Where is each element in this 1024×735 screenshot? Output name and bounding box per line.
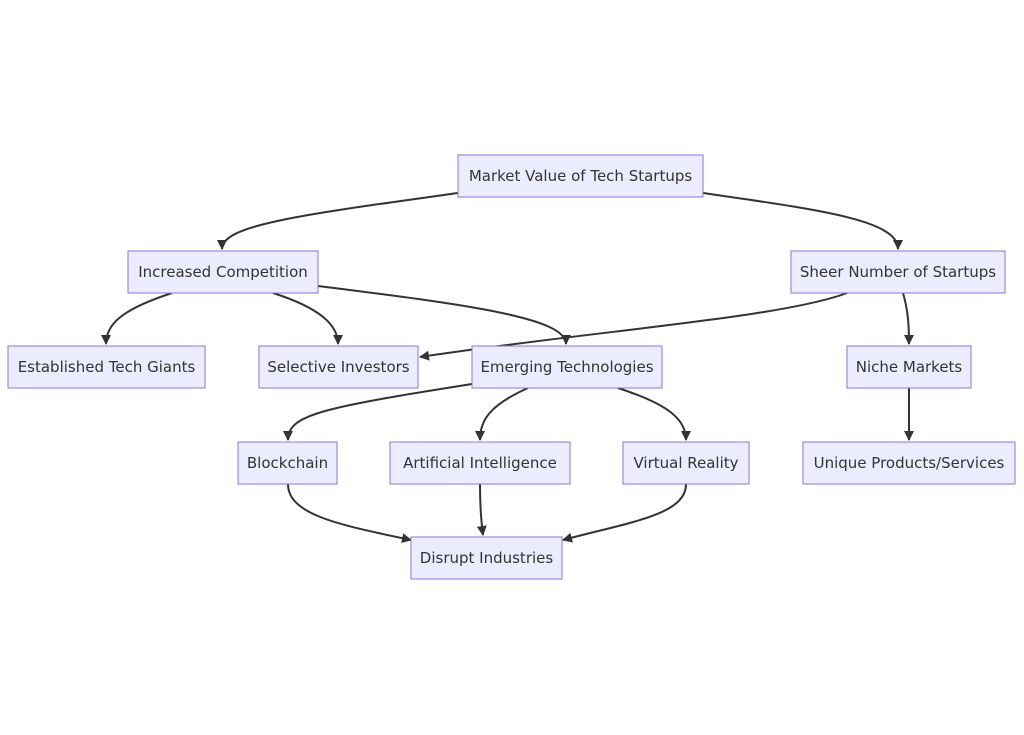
edge-competition-to-emerging	[317, 285, 571, 345]
node-sheer-number-of-startups: Sheer Number of Startups	[790, 250, 1006, 294]
node-label: Established Tech Giants	[18, 358, 196, 376]
edge-ai-to-disrupt	[476, 483, 487, 536]
node-blockchain: Blockchain	[237, 441, 338, 485]
edge-market-to-competition	[217, 192, 459, 250]
node-label: Blockchain	[247, 454, 328, 472]
node-label: Artificial Intelligence	[403, 454, 557, 472]
node-artificial-intelligence: Artificial Intelligence	[389, 441, 571, 485]
edge-emerging-to-blockchain	[283, 383, 473, 441]
node-label: Emerging Technologies	[480, 358, 653, 376]
node-increased-competition: Increased Competition	[127, 250, 319, 294]
edge-competition-to-investors	[272, 292, 343, 345]
node-label: Increased Competition	[138, 263, 308, 281]
edge-emerging-to-vr	[617, 387, 691, 441]
node-label: Market Value of Tech Startups	[469, 167, 693, 185]
edge-competition-to-giants	[101, 292, 173, 345]
node-label: Selective Investors	[267, 358, 409, 376]
node-virtual-reality: Virtual Reality	[622, 441, 750, 485]
edge-vr-to-disrupt	[562, 483, 687, 543]
node-niche-markets: Niche Markets	[846, 345, 972, 389]
node-disrupt-industries: Disrupt Industries	[410, 536, 563, 580]
node-label: Virtual Reality	[633, 454, 738, 472]
edge-sheer-to-niche	[902, 292, 914, 345]
node-label: Niche Markets	[856, 358, 963, 376]
node-established-tech-giants: Established Tech Giants	[7, 345, 206, 389]
node-selective-investors: Selective Investors	[258, 345, 419, 389]
edge-market-to-sheer	[702, 192, 903, 250]
node-label: Sheer Number of Startups	[800, 263, 996, 281]
node-label: Disrupt Industries	[420, 549, 554, 567]
node-label: Unique Products/Services	[814, 454, 1005, 472]
edge-emerging-to-ai	[475, 387, 529, 441]
edge-blockchain-to-disrupt	[287, 483, 412, 544]
node-market-value-of-tech-startups: Market Value of Tech Startups	[457, 154, 704, 198]
node-emerging-technologies: Emerging Technologies	[471, 345, 663, 389]
flowchart-diagram: Market Value of Tech Startups Increased …	[7, 154, 1016, 580]
node-unique-products-services: Unique Products/Services	[802, 441, 1016, 485]
